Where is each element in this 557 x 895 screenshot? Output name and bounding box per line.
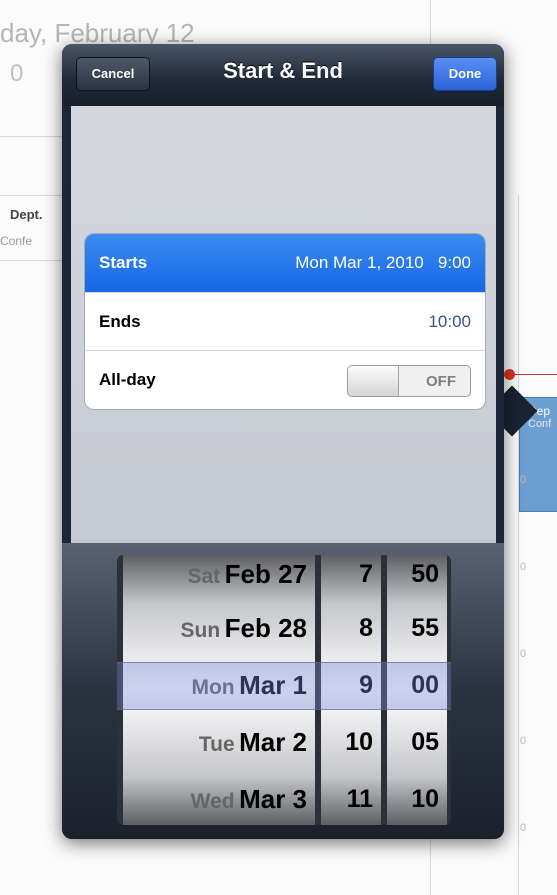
start-end-table: Starts Mon Mar 1, 2010 9:00 Ends 10:00 A… [84, 233, 486, 410]
starts-label: Starts [99, 253, 148, 272]
calendar-date-sub: 0 [10, 60, 24, 87]
minute-option[interactable]: 05 [387, 720, 439, 764]
toggle-knob [348, 366, 399, 396]
date-dow: Sat [187, 565, 221, 588]
allday-row: All-day OFF [85, 350, 485, 409]
ends-row[interactable]: Ends 10:00 [85, 292, 485, 351]
hour-option[interactable]: 10 [321, 720, 373, 764]
hour-option[interactable]: 7 [321, 555, 373, 596]
date-dow: Tue [198, 733, 235, 756]
date-time-picker: Sat Feb 27 Sun Feb 28 Mon Mar 1 Tue Mar … [62, 543, 504, 839]
date-month-day: Mar 2 [239, 727, 307, 757]
time-tick: 0 [520, 648, 527, 660]
date-option[interactable]: Sat Feb 27 [123, 555, 307, 596]
divider [0, 195, 62, 196]
date-month-day: Feb 28 [224, 613, 307, 643]
time-tick: 0 [520, 561, 527, 573]
time-tick: 0 [520, 822, 527, 834]
date-option[interactable]: Tue Mar 2 [123, 720, 307, 764]
navigation-bar: Cancel Start & End Done [62, 44, 504, 106]
divider [518, 195, 519, 895]
popover-content: Starts Mon Mar 1, 2010 9:00 Ends 10:00 A… [71, 106, 496, 543]
allday-toggle[interactable]: OFF [347, 365, 471, 397]
starts-row[interactable]: Starts Mon Mar 1, 2010 9:00 [85, 234, 485, 292]
time-tick: 0 [520, 474, 527, 486]
date-month-day: Mar 3 [239, 784, 307, 814]
starts-value: Mon Mar 1, 2010 9:00 [295, 253, 471, 272]
ends-value: 10:00 [428, 312, 471, 331]
picker-selection-bar [117, 662, 451, 710]
hour-option[interactable]: 8 [321, 606, 373, 650]
picker-wheels: Sat Feb 27 Sun Feb 28 Mon Mar 1 Tue Mar … [117, 555, 451, 825]
time-tick: 0 [520, 735, 527, 747]
hour-option[interactable]: 11 [321, 777, 373, 821]
date-month-day: Feb 27 [224, 559, 307, 589]
date-option[interactable]: Sun Feb 28 [123, 606, 308, 650]
event-subtitle: Confe [0, 234, 33, 248]
ends-label: Ends [99, 312, 141, 331]
divider [0, 260, 62, 261]
side-event-subtitle: Conf [528, 418, 552, 430]
minute-option[interactable]: 10 [387, 777, 439, 821]
minute-option[interactable]: 50 [387, 555, 439, 596]
date-dow: Sun [180, 619, 221, 642]
start-end-popover: Cancel Start & End Done Starts Mon Mar 1… [62, 44, 504, 839]
done-button[interactable]: Done [433, 57, 497, 91]
date-option[interactable]: Wed Mar 3 [123, 777, 307, 821]
toggle-state: OFF [426, 373, 456, 390]
date-dow: Wed [190, 790, 235, 813]
divider [0, 136, 62, 137]
minute-option[interactable]: 55 [387, 606, 439, 650]
allday-label: All-day [99, 370, 156, 389]
event-title[interactable]: Dept. [10, 207, 43, 222]
current-time-dot [504, 369, 515, 380]
